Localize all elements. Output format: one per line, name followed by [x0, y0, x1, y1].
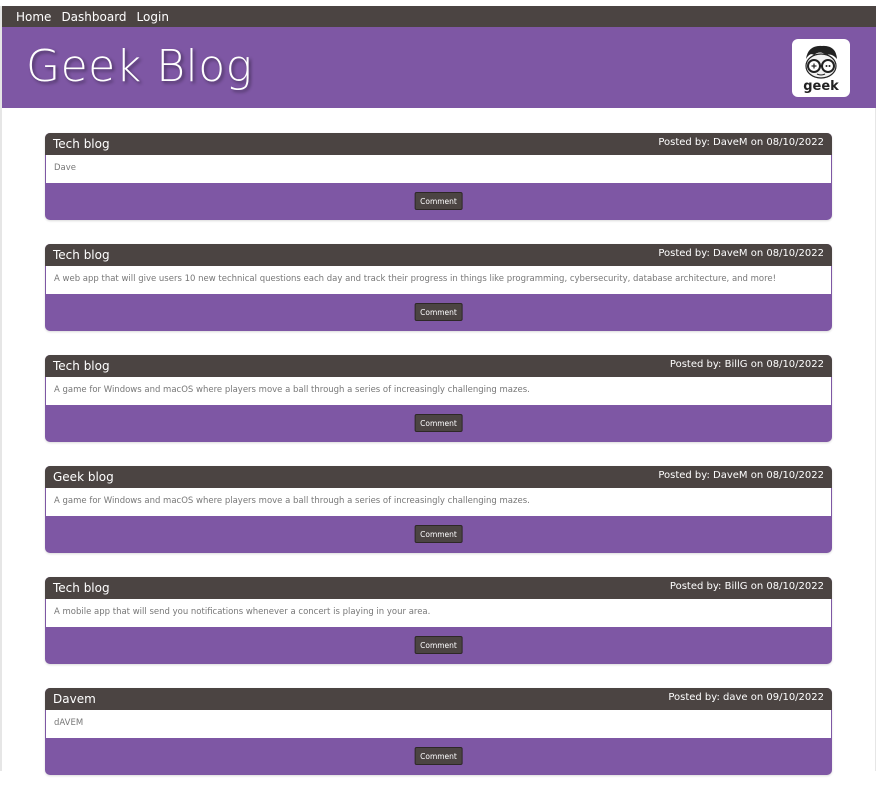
post-header: Tech blog Posted by: BillG on 08/10/2022 — [45, 577, 832, 599]
left-edge — [0, 6, 2, 771]
post-title[interactable]: Tech blog — [53, 137, 110, 151]
post-text: Dave — [54, 163, 77, 173]
post-text: A mobile app that will send you notifica… — [54, 607, 431, 617]
post-meta: Posted by: BillG on 08/10/2022 — [669, 359, 824, 370]
post-text: A game for Windows and macOS where playe… — [54, 385, 530, 395]
post-body: A web app that will give users 10 new te… — [45, 266, 832, 294]
nav-link-dashboard[interactable]: Dashboard — [61, 10, 126, 24]
post-footer: Comment — [45, 738, 832, 775]
post-body: A mobile app that will send you notifica… — [45, 599, 832, 627]
post-footer: Comment — [45, 627, 832, 664]
post-card: Geek blog Posted by: DaveM on 08/10/2022… — [45, 466, 832, 553]
site-title: Geek Blog — [26, 41, 253, 92]
post-footer: Comment — [45, 294, 832, 331]
post-footer: Comment — [45, 516, 832, 553]
post-title[interactable]: Geek blog — [53, 470, 114, 484]
post-meta: Posted by: DaveM on 08/10/2022 — [658, 470, 824, 481]
post-body: dAVEM — [45, 710, 832, 738]
comment-button[interactable]: Comment — [414, 747, 463, 765]
comment-button[interactable]: Comment — [414, 636, 463, 654]
post-footer: Comment — [45, 405, 832, 442]
post-meta: Posted by: DaveM on 08/10/2022 — [658, 137, 824, 148]
post-title[interactable]: Tech blog — [53, 581, 110, 595]
comment-button[interactable]: Comment — [414, 303, 463, 321]
post-header: Geek blog Posted by: DaveM on 08/10/2022 — [45, 466, 832, 488]
geek-logo: geek — [792, 39, 850, 97]
logo-text: geek — [803, 79, 839, 94]
post-body: Dave — [45, 155, 832, 183]
post-body: A game for Windows and macOS where playe… — [45, 377, 832, 405]
post-header: Davem Posted by: dave on 09/10/2022 — [45, 688, 832, 710]
post-meta: Posted by: dave on 09/10/2022 — [668, 692, 824, 703]
post-card: Tech blog Posted by: DaveM on 08/10/2022… — [45, 244, 832, 331]
post-card: Davem Posted by: dave on 09/10/2022 dAVE… — [45, 688, 832, 775]
post-title[interactable]: Davem — [53, 692, 96, 706]
comment-button[interactable]: Comment — [414, 414, 463, 432]
nav-link-login[interactable]: Login — [137, 10, 169, 24]
post-card: Tech blog Posted by: BillG on 08/10/2022… — [45, 577, 832, 664]
post-text: A web app that will give users 10 new te… — [54, 274, 777, 284]
post-body: A game for Windows and macOS where playe… — [45, 488, 832, 516]
post-header: Tech blog Posted by: BillG on 08/10/2022 — [45, 355, 832, 377]
post-meta: Posted by: BillG on 08/10/2022 — [669, 581, 824, 592]
post-list: Tech blog Posted by: DaveM on 08/10/2022… — [45, 133, 832, 799]
site-header: Geek Blog geek — [2, 27, 876, 108]
comment-button[interactable]: Comment — [414, 192, 463, 210]
post-text: A game for Windows and macOS where playe… — [54, 496, 530, 506]
comment-button[interactable]: Comment — [414, 525, 463, 543]
post-header: Tech blog Posted by: DaveM on 08/10/2022 — [45, 133, 832, 155]
post-meta: Posted by: DaveM on 08/10/2022 — [658, 248, 824, 259]
post-text: dAVEM — [54, 718, 84, 728]
post-card: Tech blog Posted by: DaveM on 08/10/2022… — [45, 133, 832, 220]
top-nav: Home Dashboard Login — [2, 6, 876, 27]
post-header: Tech blog Posted by: DaveM on 08/10/2022 — [45, 244, 832, 266]
post-footer: Comment — [45, 183, 832, 220]
nav-link-home[interactable]: Home — [16, 10, 51, 24]
post-title[interactable]: Tech blog — [53, 248, 110, 262]
post-title[interactable]: Tech blog — [53, 359, 110, 373]
post-card: Tech blog Posted by: BillG on 08/10/2022… — [45, 355, 832, 442]
